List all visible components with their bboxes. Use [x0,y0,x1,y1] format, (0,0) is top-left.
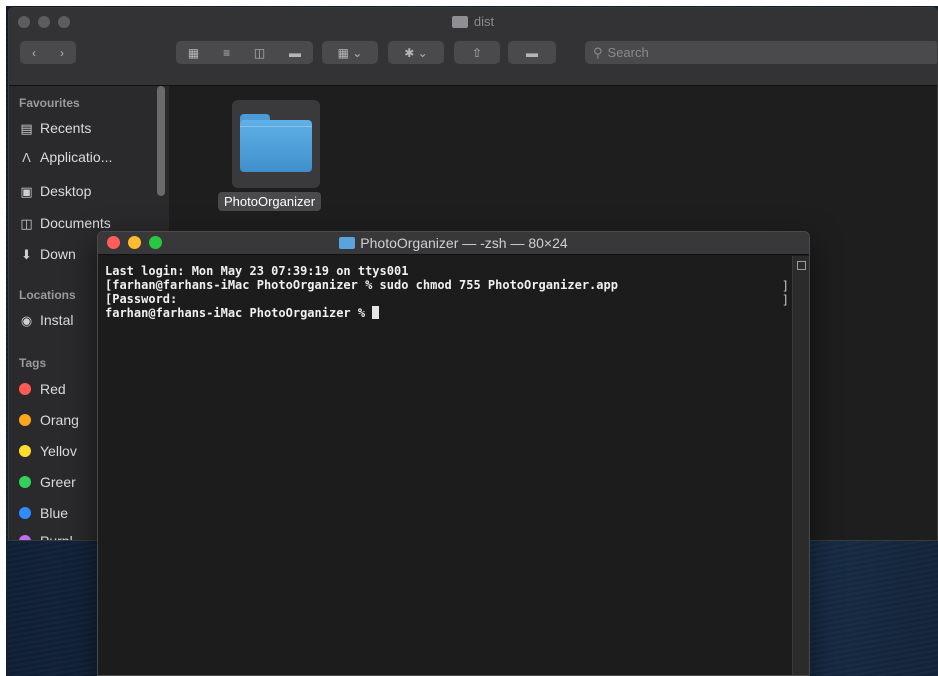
disk-icon: ◉ [20,312,33,328]
folder-item-label[interactable]: PhotoOrganizer [218,192,322,211]
sidebar-tag-red[interactable]: Red [19,381,66,397]
yellow-tag-dot-icon [19,445,31,457]
sidebar-header-favourites: Favourites [19,96,80,110]
purple-tag-dot-icon [19,535,31,540]
tags-button[interactable]: ▬ [508,41,556,64]
tag-icon: ▬ [526,45,538,60]
sidebar-item-label: Down [40,246,76,262]
folder-icon [240,114,312,172]
documents-icon: ◫ [20,215,33,231]
terminal-title: PhotoOrganizer — -zsh — 80×24 [98,235,809,251]
terminal-line: Last login: Mon May 23 07:39:19 on ttys0… [105,264,409,278]
downloads-icon: ⬇ [21,246,32,262]
sidebar-item-label: Blue [40,505,69,521]
bracket-mark: ] [781,279,789,293]
terminal-output[interactable]: Last login: Mon May 23 07:39:19 on ttys0… [105,264,785,320]
sidebar-item-label: Instal [40,312,74,328]
search-placeholder: Search [607,45,649,60]
orange-tag-dot-icon [19,414,31,426]
group-icon: ▦ ⌄ [337,45,363,60]
list-view-icon[interactable]: ≡ [223,46,230,60]
gear-icon: ✱ ⌄ [404,45,428,60]
finder-titlebar: dist ‹ › ▦ ≡ ◫ ▬ ▦ ⌄ ✱ ⌄ ⇧ ▬ ⚲ Search [9,8,937,86]
text-cursor [372,306,380,319]
recents-icon: ▤ [20,120,33,136]
terminal-prompt: farhan@farhans-iMac PhotoOrganizer % [105,306,373,320]
forward-icon[interactable]: › [60,46,64,60]
folder-item[interactable] [232,100,320,188]
share-icon: ⇧ [471,45,483,60]
sidebar-item-label: Purpl [40,533,73,541]
sidebar-item-label: Yellov [40,443,77,459]
sidebar-header-tags: Tags [19,356,47,370]
terminal-prompt-line: farhan@farhans-iMac PhotoOrganizer % [105,306,785,320]
sidebar-item-label: Documents [40,215,111,231]
terminal-scrollbar[interactable] [792,256,809,675]
sidebar-item-label: Applicatio... [40,149,113,165]
sidebar-item-applications[interactable]: Λ Applicatio... [19,149,112,165]
sidebar-header-locations: Locations [19,288,76,302]
column-view-icon[interactable]: ◫ [254,46,265,60]
sidebar-tag-green[interactable]: Greer [19,474,76,490]
view-mode-control: ▦ ≡ ◫ ▬ [176,41,313,64]
sidebar-item-install-disk[interactable]: ◉ Instal [19,312,74,328]
finder-title-text: dist [473,14,495,29]
sidebar-tag-purple[interactable]: Purpl [19,533,73,541]
sidebar-tag-orange[interactable]: Orang [19,412,79,428]
applications-icon: Λ [22,149,31,165]
terminal-window: PhotoOrganizer — -zsh — 80×24 Last login… [97,231,810,676]
sidebar-item-desktop[interactable]: ▣ Desktop [19,183,91,199]
sidebar-item-label: Recents [40,120,92,136]
green-tag-dot-icon [19,476,31,488]
bracket-mark: ] [781,293,789,307]
sidebar-item-label: Desktop [40,183,92,199]
terminal-line: [farhan@farhans-iMac PhotoOrganizer % su… [105,278,618,292]
terminal-title-text: PhotoOrganizer — -zsh — 80×24 [360,235,568,251]
scroll-marker-icon[interactable] [797,261,806,270]
sidebar-scrollbar[interactable] [157,86,165,196]
sidebar-item-downloads[interactable]: ⬇ Down [19,246,76,262]
folder-icon [451,15,468,28]
sidebar-tag-yellow[interactable]: Yellov [19,443,77,459]
back-forward-control: ‹ › [20,41,76,64]
search-icon: ⚲ [593,44,603,60]
red-tag-dot-icon [19,383,31,395]
search-input[interactable]: ⚲ Search [585,41,937,64]
sidebar-item-recents[interactable]: ▤ Recents [19,120,91,136]
sidebar-tag-blue[interactable]: Blue [19,505,68,521]
terminal-titlebar: PhotoOrganizer — -zsh — 80×24 [98,232,809,255]
share-button[interactable]: ⇧ [454,41,500,64]
sidebar-item-label: Greer [40,474,76,490]
group-button[interactable]: ▦ ⌄ [322,41,378,64]
sidebar-item-documents[interactable]: ◫ Documents [19,215,111,231]
blue-tag-dot-icon [19,507,31,519]
sidebar-item-label: Orang [40,412,79,428]
terminal-line: [Password: [105,292,178,306]
desktop-icon: ▣ [20,183,33,199]
finder-title: dist [9,14,937,29]
back-icon[interactable]: ‹ [32,46,36,60]
sidebar-item-label: Red [40,381,66,397]
folder-icon [339,237,356,249]
icon-view-icon[interactable]: ▦ [188,46,199,60]
gallery-view-icon[interactable]: ▬ [289,46,301,60]
finder-toolbar: ‹ › ▦ ≡ ◫ ▬ ▦ ⌄ ✱ ⌄ ⇧ ▬ ⚲ Search [9,41,937,65]
action-button[interactable]: ✱ ⌄ [388,41,444,64]
